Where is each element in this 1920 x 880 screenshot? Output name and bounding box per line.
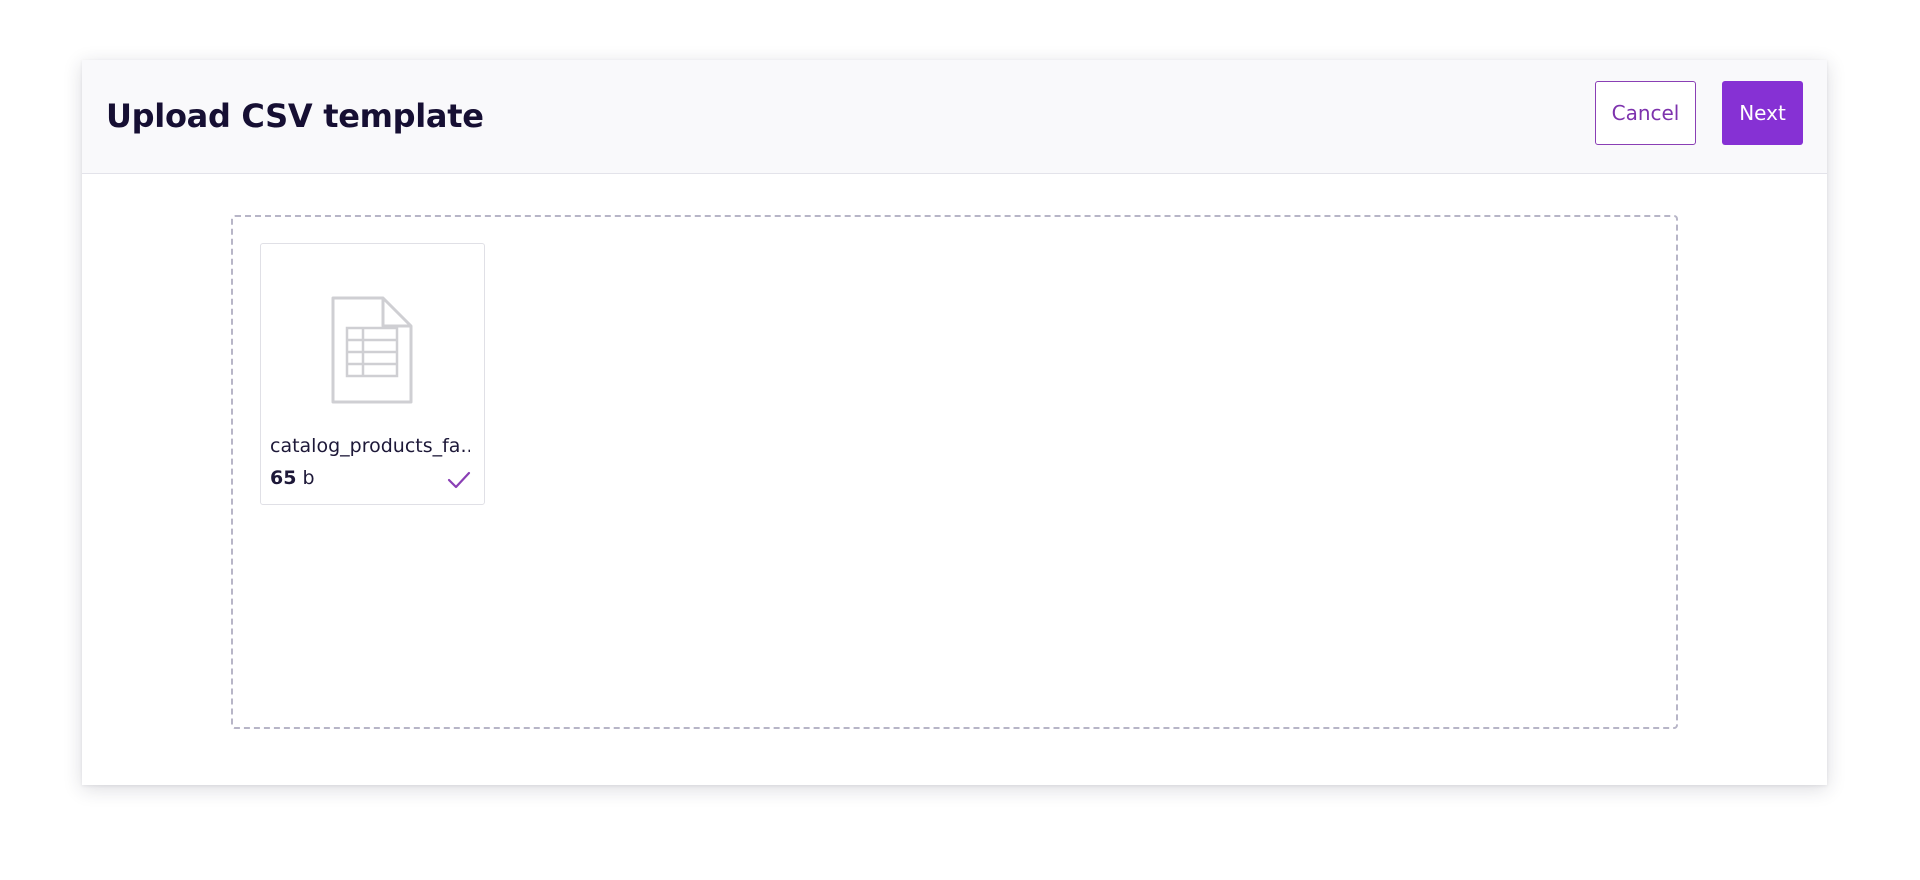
check-icon	[447, 471, 471, 489]
file-size-value: 65	[270, 467, 297, 489]
page-title: Upload CSV template	[106, 97, 484, 135]
next-button[interactable]: Next	[1722, 81, 1803, 145]
file-dropzone[interactable]: catalog_products_fa... 65 b	[231, 215, 1678, 729]
file-name: catalog_products_fa...	[270, 435, 470, 457]
file-card[interactable]: catalog_products_fa... 65 b	[260, 243, 485, 505]
spreadsheet-file-icon	[331, 296, 413, 404]
cancel-button[interactable]: Cancel	[1595, 81, 1696, 145]
file-size-unit: b	[302, 467, 315, 489]
modal-header: Upload CSV template Cancel Next	[82, 60, 1827, 174]
file-size: 65 b	[270, 466, 315, 490]
upload-csv-modal: Upload CSV template Cancel Next catalog_…	[82, 60, 1827, 785]
